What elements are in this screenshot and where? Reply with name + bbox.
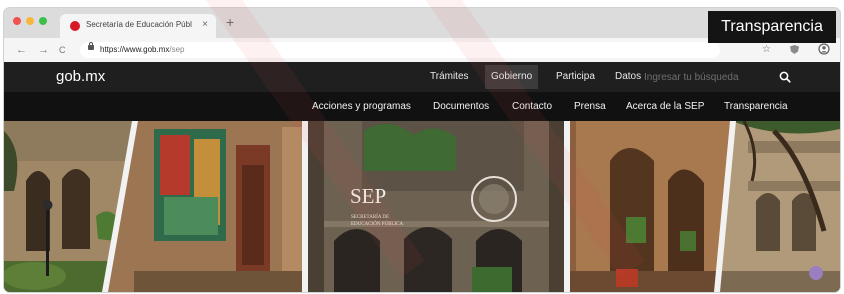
tab-title: Secretaría de Educación Públ (86, 20, 192, 29)
secondary-nav: Acciones y programas Documentos Contacto… (4, 92, 840, 121)
sep-logo-subtitle-1: SECRETARÍA DE (351, 214, 389, 220)
search-input[interactable] (644, 70, 769, 84)
corridor-photo (566, 121, 732, 292)
nav-tramites[interactable]: Trámites (430, 71, 469, 82)
browser-window: Secretaría de Educación Públ × + ← → C h… (4, 8, 840, 292)
mural-photo (104, 121, 304, 292)
site-favicon-icon (70, 21, 80, 31)
nav-participa[interactable]: Participa (556, 71, 595, 82)
back-button[interactable]: ← (16, 43, 27, 57)
url-field[interactable]: https://www.gob.mx/sep (80, 42, 720, 58)
url-host: https://www.gob.mx (100, 45, 170, 54)
profile-icon[interactable] (818, 43, 830, 55)
close-window-button[interactable] (13, 17, 21, 25)
nav-contacto[interactable]: Contacto (512, 101, 552, 112)
url-text: https://www.gob.mx/sep (100, 45, 184, 54)
url-path: /sep (169, 45, 185, 54)
nav-transparencia[interactable]: Transparencia (724, 101, 788, 112)
gob-mx-logo[interactable]: gob.mx (56, 68, 105, 85)
sep-building-photo: SEP SECRETARÍA DE EDUCACIÓN PÚBLICA (304, 121, 566, 292)
nav-acciones-y-programas[interactable]: Acciones y programas (312, 101, 411, 112)
browser-tab[interactable]: Secretaría de Educación Públ × (60, 14, 216, 38)
lock-icon (88, 42, 94, 50)
maximize-window-button[interactable] (39, 17, 47, 25)
bookmark-star-icon[interactable]: ☆ (762, 43, 771, 57)
hero-banner: SEP SECRETARÍA DE EDUCACIÓN PÚBLICA (4, 121, 840, 292)
minimize-window-button[interactable] (26, 17, 34, 25)
sep-logo-text: SEP (350, 184, 386, 208)
extension-shield-icon[interactable] (789, 44, 800, 55)
search-icon[interactable] (778, 70, 792, 84)
courtyard-photo-2 (716, 121, 840, 292)
tab-close-icon[interactable]: × (202, 18, 208, 32)
nav-acerca-de-la-sep[interactable]: Acerca de la SEP (626, 101, 704, 112)
nav-documentos[interactable]: Documentos (433, 101, 489, 112)
forward-button[interactable]: → (38, 43, 49, 57)
reload-button[interactable]: C (59, 43, 66, 57)
nav-prensa[interactable]: Prensa (574, 101, 606, 112)
nav-datos[interactable]: Datos (615, 71, 641, 82)
site-header: gob.mx Trámites Gobierno Participa Datos (4, 62, 840, 92)
new-tab-button[interactable]: + (226, 15, 234, 29)
nav-gobierno[interactable]: Gobierno (485, 65, 539, 89)
transparencia-label: Transparencia (708, 11, 836, 43)
sep-logo-subtitle-2: EDUCACIÓN PÚBLICA (351, 221, 403, 227)
hero-collage-image: SEP SECRETARÍA DE EDUCACIÓN PÚBLICA (4, 121, 840, 292)
